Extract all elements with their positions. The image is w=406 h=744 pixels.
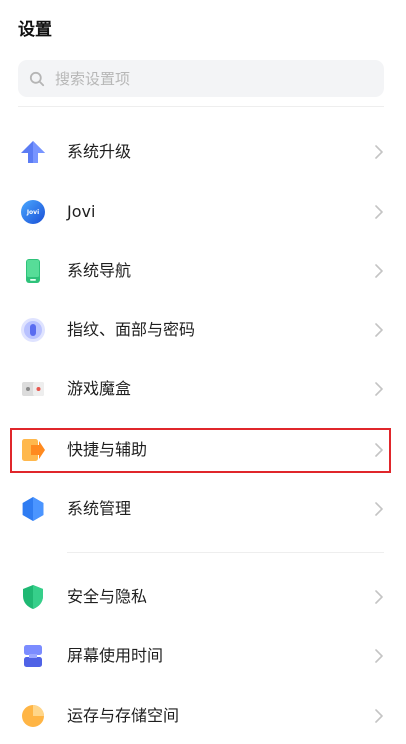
settings-item-security-privacy[interactable]: 安全与隐私 [0, 569, 406, 625]
group-divider [67, 552, 384, 553]
chevron-right-icon [374, 263, 384, 279]
shortcut-icon [20, 437, 46, 463]
chevron-right-icon [374, 501, 384, 517]
settings-item-label: 快捷与辅助 [67, 440, 148, 459]
settings-item-jovi[interactable]: Jovi Jovi [0, 184, 406, 240]
settings-item-label: 指纹、面部与密码 [67, 320, 196, 339]
settings-item-game-box[interactable]: 游戏魔盒 [0, 361, 406, 417]
page-title: 设置 [18, 20, 52, 40]
phone-icon [20, 258, 46, 284]
chevron-right-icon [374, 322, 384, 338]
divider [18, 106, 384, 107]
settings-item-ram-storage[interactable]: 运存与存储空间 [0, 688, 406, 744]
fingerprint-icon [20, 317, 46, 343]
settings-item-label: 游戏魔盒 [67, 379, 132, 398]
search-input[interactable] [53, 68, 357, 89]
shield-icon [20, 584, 46, 610]
chevron-right-icon [374, 442, 384, 458]
arrow-up-icon [20, 139, 46, 165]
jovi-icon: Jovi [20, 199, 46, 225]
hexagon-icon [20, 496, 46, 522]
search-box[interactable] [18, 60, 384, 97]
settings-item-label: 系统升级 [67, 142, 132, 161]
chevron-right-icon [374, 204, 384, 220]
settings-item-label: 运存与存储空间 [67, 706, 180, 725]
settings-item-label: 安全与隐私 [67, 587, 148, 606]
settings-item-label: 屏幕使用时间 [67, 646, 164, 665]
chevron-right-icon [374, 708, 384, 724]
settings-item-system-update[interactable]: 系统升级 [0, 124, 406, 180]
settings-item-label: 系统管理 [67, 499, 132, 518]
chevron-right-icon [374, 381, 384, 397]
settings-item-label: Jovi [67, 202, 96, 221]
settings-item-system-navigation[interactable]: 系统导航 [0, 243, 406, 299]
search-icon [29, 71, 45, 87]
chevron-right-icon [374, 144, 384, 160]
jovi-icon-text: Jovi [26, 208, 40, 216]
chevron-right-icon [374, 648, 384, 664]
chevron-right-icon [374, 589, 384, 605]
settings-item-fingerprint-face-password[interactable]: 指纹、面部与密码 [0, 302, 406, 358]
settings-item-label: 系统导航 [67, 261, 132, 280]
pie-chart-icon [20, 703, 46, 729]
game-box-icon [20, 376, 46, 402]
hourglass-icon [20, 643, 46, 669]
settings-item-screen-time[interactable]: 屏幕使用时间 [0, 628, 406, 684]
settings-item-shortcuts-accessibility[interactable]: 快捷与辅助 [0, 422, 406, 478]
settings-item-system-management[interactable]: 系统管理 [0, 481, 406, 537]
